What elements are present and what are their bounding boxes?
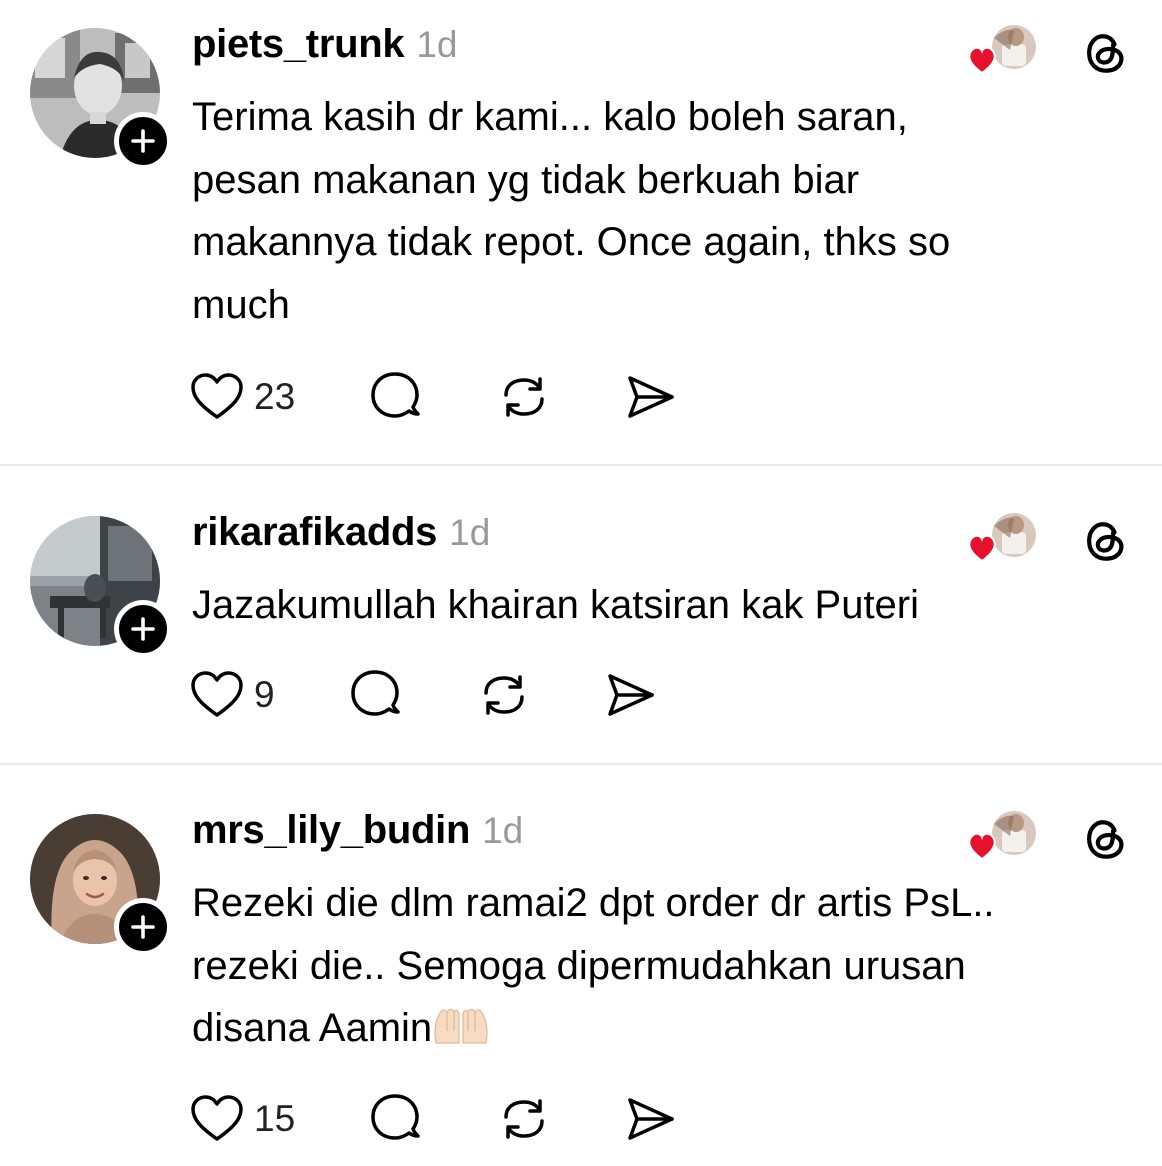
text-line: rezeki die.. Semoga dipermudahkan urusan	[192, 943, 966, 988]
reply-text: Terima kasih dr kami... kalo boleh saran…	[192, 86, 1132, 336]
liked-by-author-badge	[966, 508, 1040, 568]
reply-text: Jazakumullah khairan katsiran kak Puteri	[192, 574, 1132, 637]
repost-arrows-icon	[504, 377, 544, 417]
repost-arrows-icon	[483, 675, 524, 715]
threads-icon[interactable]	[1080, 514, 1130, 564]
speech-bubble-icon	[371, 372, 420, 418]
timestamp: 1d	[416, 24, 458, 65]
reply-text: Rezeki die dlm ramai2 dpt order dr artis…	[192, 872, 1132, 1060]
reply-button[interactable]	[369, 1092, 423, 1146]
plus-icon	[131, 915, 155, 939]
text-line: pesan makanan yg tidak berkuah biar	[192, 157, 860, 202]
text-line: disana Aamin	[192, 997, 1132, 1060]
repost-arrows-icon	[504, 1099, 544, 1139]
heart-outline-icon	[191, 373, 243, 419]
send-icon	[607, 674, 654, 716]
send-icon	[628, 376, 674, 418]
text-line: Jazakumullah khairan katsiran kak Puteri	[192, 583, 920, 627]
text-line: much	[192, 282, 290, 327]
plus-icon	[131, 617, 155, 641]
speech-bubble-icon	[350, 670, 400, 716]
repost-button[interactable]	[497, 1092, 551, 1146]
speech-bubble-icon	[371, 1094, 420, 1140]
share-button[interactable]	[623, 370, 677, 424]
liked-by-author-badge	[966, 20, 1040, 80]
heart-icon	[968, 534, 996, 563]
divider	[0, 763, 1162, 765]
like-count: 15	[254, 1098, 296, 1139]
text-line: Rezeki die dlm ramai2 dpt order dr artis…	[192, 881, 995, 925]
text-line-content: disana Aamin	[192, 1006, 433, 1050]
heart-icon	[968, 46, 996, 75]
like-button[interactable]: 23	[190, 372, 295, 422]
like-count: 9	[254, 674, 275, 715]
follow-button[interactable]	[114, 600, 172, 658]
action-bar: 23	[190, 370, 677, 424]
follow-button[interactable]	[114, 898, 172, 956]
timestamp: 1d	[449, 512, 491, 553]
heart-outline-icon	[191, 1095, 243, 1141]
threads-icon[interactable]	[1080, 812, 1130, 862]
send-icon	[628, 1098, 674, 1140]
repost-button[interactable]	[477, 668, 531, 722]
divider	[0, 464, 1162, 466]
repost-button[interactable]	[497, 370, 551, 424]
action-bar: 15	[190, 1092, 677, 1146]
timestamp: 1d	[482, 810, 524, 851]
username[interactable]: piets_trunk	[192, 22, 405, 67]
reply-button[interactable]	[349, 668, 403, 722]
reply-button[interactable]	[369, 370, 423, 424]
username[interactable]: mrs_lily_budin	[192, 808, 470, 853]
text-line: Terima kasih dr kami... kalo boleh saran…	[192, 95, 908, 139]
like-count: 23	[254, 376, 296, 417]
liked-by-author-badge	[966, 806, 1040, 866]
follow-button[interactable]	[114, 112, 172, 170]
like-button[interactable]: 9	[190, 670, 275, 720]
share-button[interactable]	[603, 668, 657, 722]
text-line: makannya tidak repot. Once again, thks s…	[192, 220, 951, 264]
action-bar: 9	[190, 668, 657, 722]
heart-outline-icon	[191, 671, 243, 717]
raised-palms-emoji	[434, 1008, 488, 1044]
username[interactable]: rikarafikadds	[192, 510, 437, 555]
threads-icon[interactable]	[1080, 26, 1130, 76]
share-button[interactable]	[623, 1092, 677, 1146]
like-button[interactable]: 15	[190, 1094, 295, 1144]
plus-icon	[131, 129, 155, 153]
heart-icon	[968, 832, 996, 861]
